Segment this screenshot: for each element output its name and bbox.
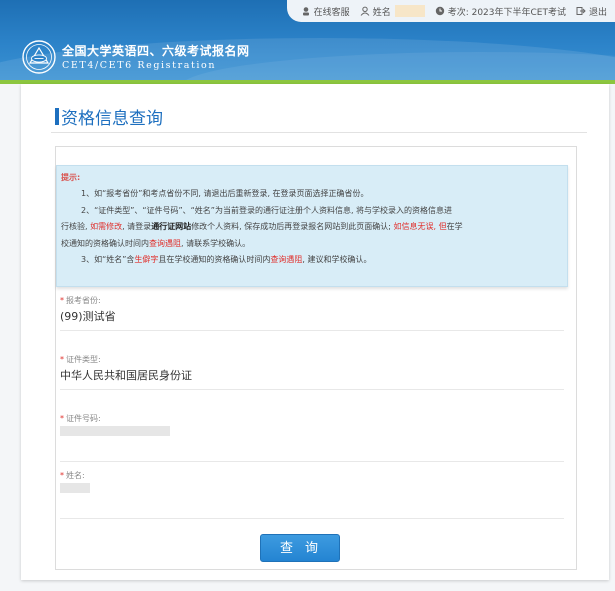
notice-line-2: 2、“证件类型”、“证件号码”、“姓名”为当前登录的通行证注册个人资料信息, 将… [61,205,463,248]
notice-highlight: 查询遇阻 [149,238,181,248]
field-divider [60,518,564,519]
notice-highlight: 生僻字 [134,255,159,265]
site-title[interactable]: 全国大学英语四、六级考试报名网 CET4/CET6 Registration [62,42,250,71]
title-marker [55,108,59,125]
online-service-label: 在线客服 [313,7,350,18]
name-label: 姓名: [66,471,85,480]
province-label: 报考省份: [66,296,101,305]
notice-heading: 提示: [61,173,81,182]
site-title-en: CET4/CET6 Registration [62,60,217,71]
notice-highlight: 如信息无误, 但 [393,222,447,232]
exam-session-info: 考次: 2023年下半年CET考试 [435,5,566,18]
id-number-redacted [60,426,170,436]
notice-line-1: 1、如“报考省份”和考点省份不同, 请退出后重新登录, 在登录页面选择正确省份。 [81,189,369,199]
query-form-panel: 提示: 1、如“报考省份”和考点省份不同, 请退出后重新登录, 在登录页面选择正… [55,146,577,570]
province-field: * 报考省份: (99)测试省 [60,295,564,331]
query-button[interactable]: 查询 [260,534,340,562]
notice-highlight: 查询遇阻 [270,255,303,265]
user-icon [360,6,370,16]
user-name-redacted [394,5,425,17]
site-header: 在线客服 姓名 考次: 2023年下半年CET考试 退出 全国大学英语四、六级考… [0,0,615,80]
clock-icon [435,6,444,16]
cet-logo-icon[interactable] [22,40,56,74]
page-title-text: 资格信息查询 [61,109,163,129]
required-mark: * [60,414,64,423]
passport-site-link[interactable]: 通行证网站 [151,222,191,231]
id-number-label: 证件号码: [66,414,101,423]
id-number-field: * 证件号码: [60,413,564,462]
logout-icon [576,7,586,15]
user-name-label: 姓名 [372,7,391,18]
notice-box: 提示: 1、如“报考省份”和考点省份不同, 请退出后重新登录, 在登录页面选择正… [56,165,568,287]
logout-label: 退出 [588,7,607,18]
name-redacted [60,483,90,493]
required-mark: * [60,355,64,364]
top-user-bar: 在线客服 姓名 考次: 2023年下半年CET考试 退出 [286,0,615,22]
id-type-label: 证件类型: [66,355,101,364]
page-title: 资格信息查询 [55,104,163,129]
field-divider [60,461,564,462]
id-type-value: 中华人民共和国居民身份证 [60,369,192,382]
required-mark: * [60,296,64,305]
headset-icon [302,7,309,16]
notice-line-3: 3、如“姓名”含生僻字且在学校通知的资格确认时间内查询遇阻, 建议和学校确认。 [81,255,372,265]
name-field: * 姓名: [60,470,564,519]
id-type-field: * 证件类型: 中华人民共和国居民身份证 [60,354,564,390]
online-service-link[interactable]: 在线客服 [301,5,350,18]
title-divider [51,132,587,133]
notice-highlight: 如需修改 [90,222,123,232]
main-content-card: 资格信息查询 提示: 1、如“报考省份”和考点省份不同, 请退出后重新登录, 在… [21,84,609,580]
required-mark: * [60,471,64,480]
field-divider [60,389,564,390]
field-divider [60,330,564,331]
exam-session-label: 考次: 2023年下半年CET考试 [447,7,566,18]
province-value: (99)测试省 [60,310,116,323]
user-name-area: 姓名 [360,5,425,18]
logout-link[interactable]: 退出 [576,5,607,18]
site-title-cn: 全国大学英语四、六级考试报名网 [62,44,250,58]
